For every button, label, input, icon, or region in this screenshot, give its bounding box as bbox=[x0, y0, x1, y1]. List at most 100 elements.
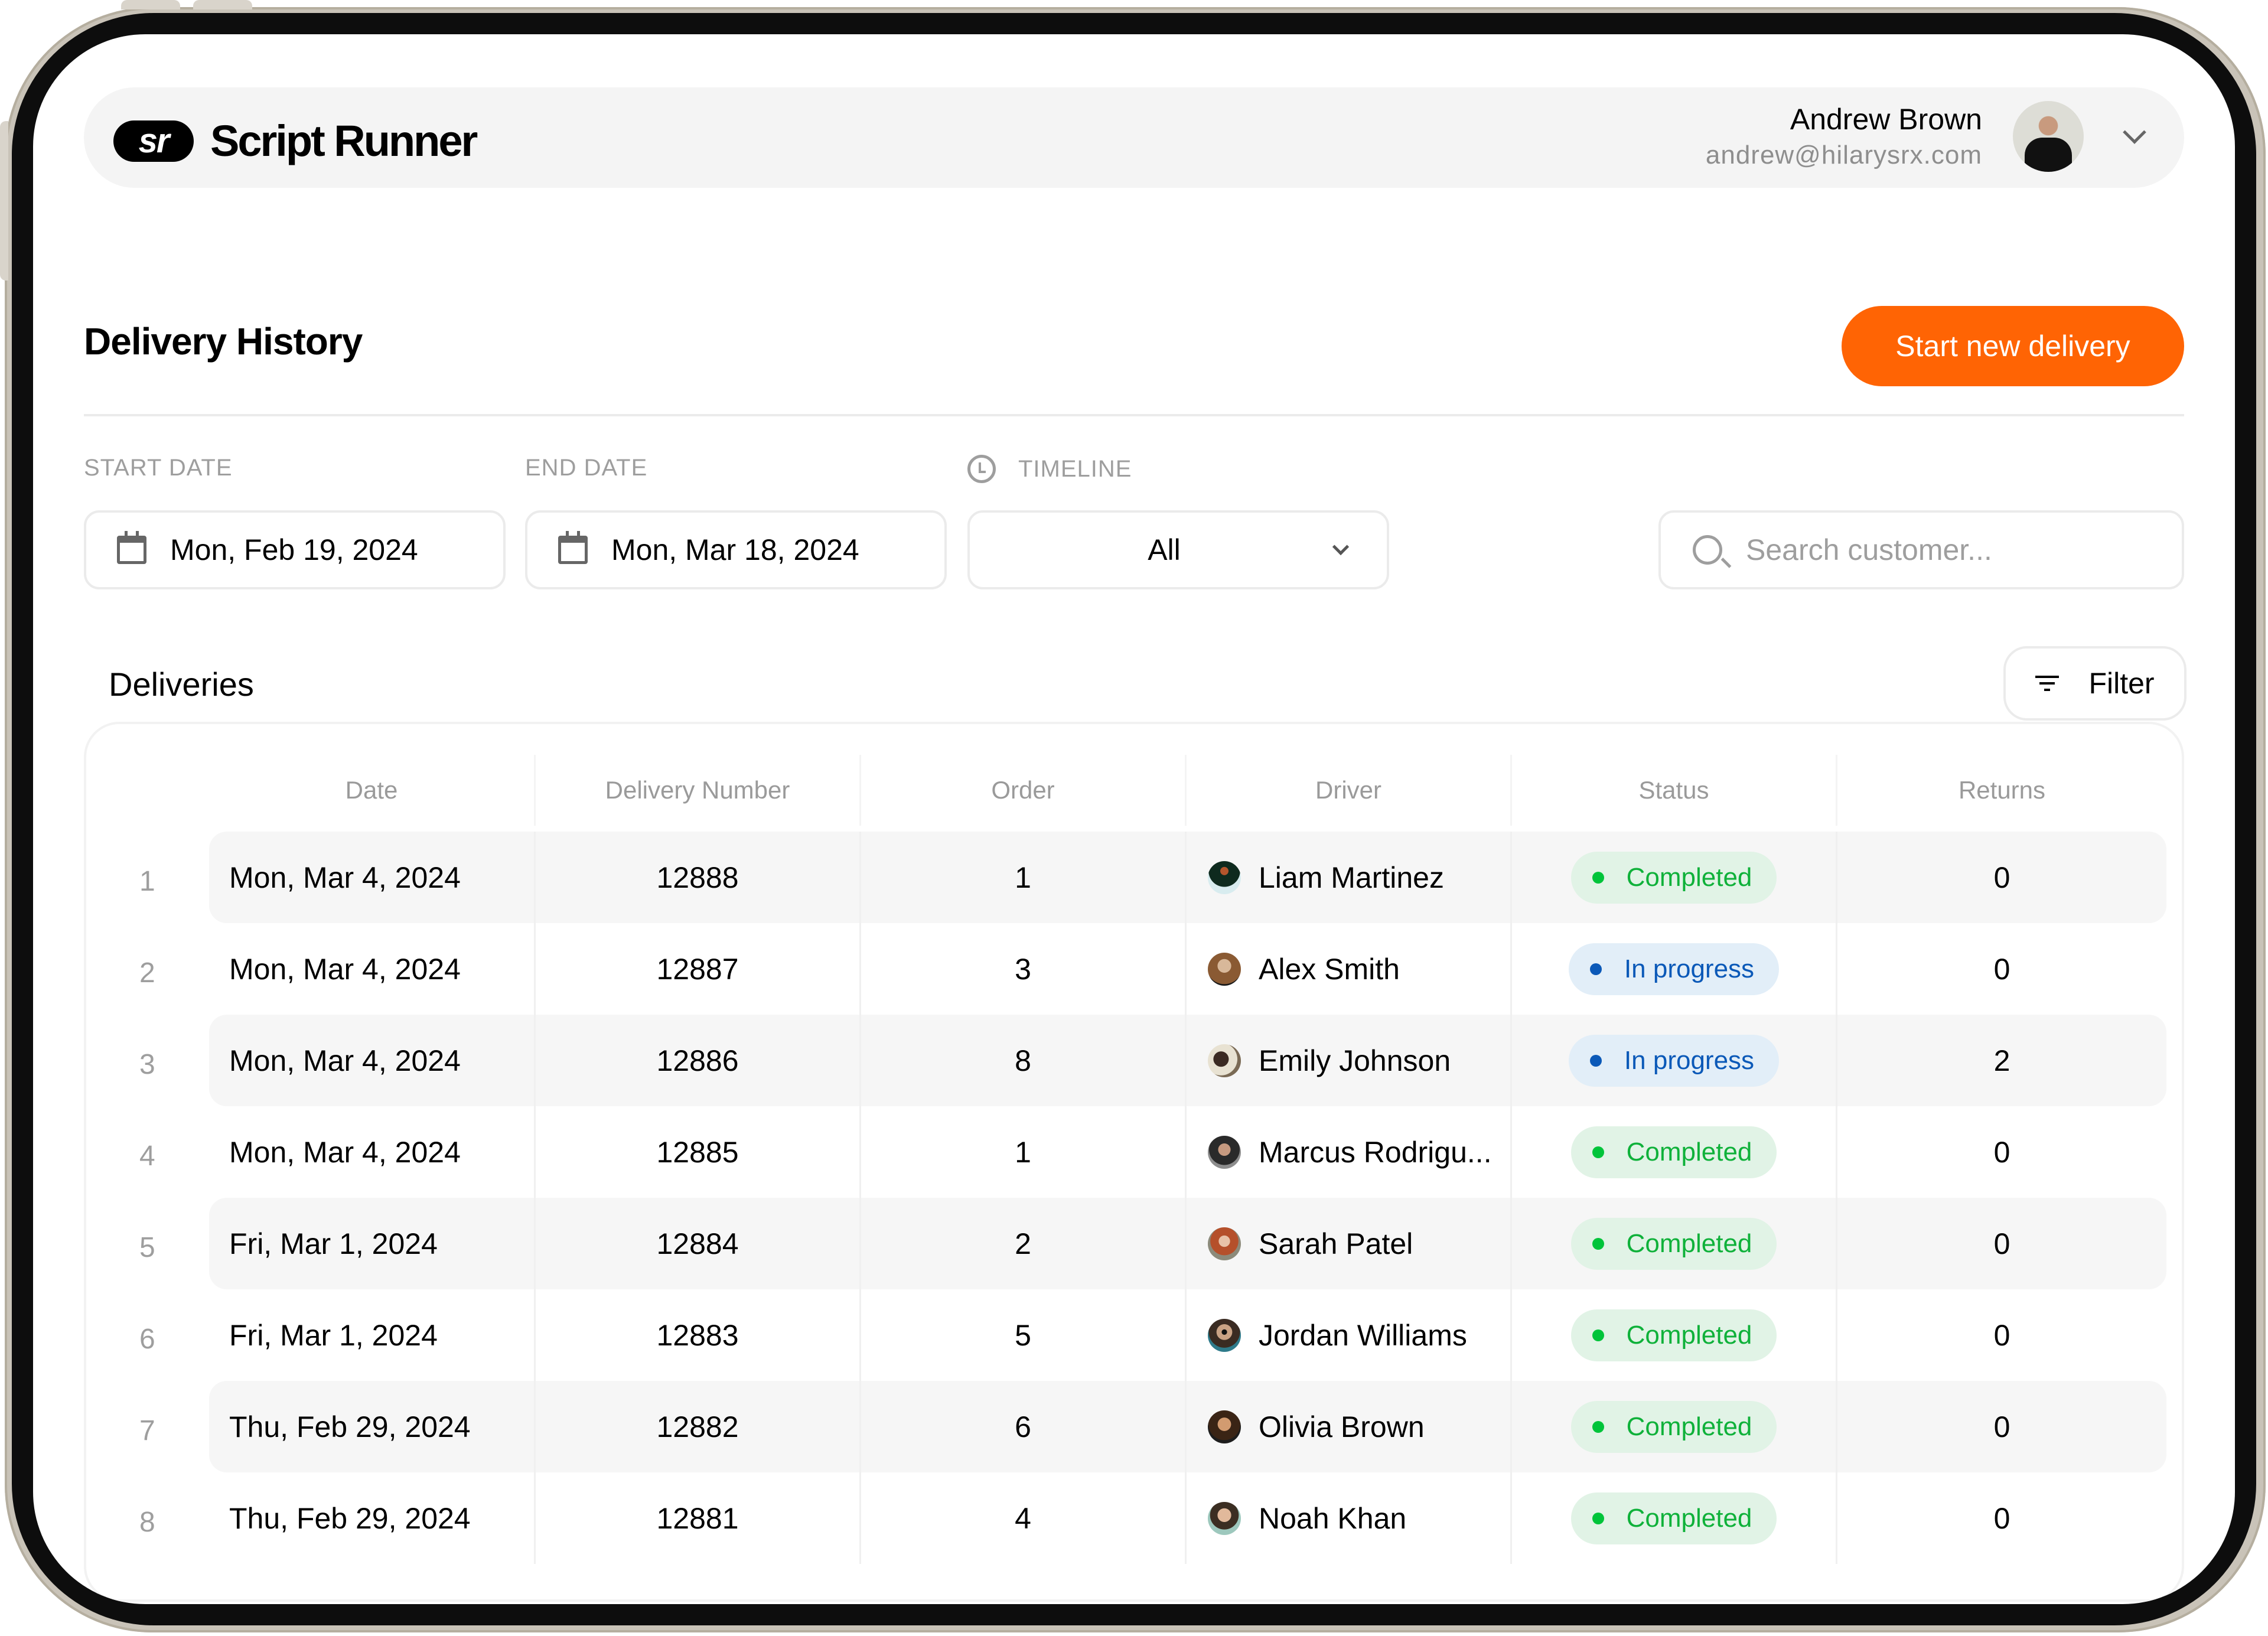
returns-cell-text: 0 bbox=[1993, 1318, 2010, 1352]
driver-cell: Emily Johnson bbox=[1185, 1015, 1510, 1106]
date-cell-text: Mon, Mar 4, 2024 bbox=[229, 1044, 461, 1077]
end-date-picker[interactable]: Mon, Mar 18, 2024 bbox=[525, 510, 947, 589]
table-row[interactable]: 7 Thu, Feb 29, 2024 12882 6 Olivia Brown Comp… bbox=[86, 1381, 2182, 1472]
status-badge: In progress bbox=[1568, 943, 1780, 995]
order-cell-text: 1 bbox=[1015, 861, 1031, 894]
driver-name: Sarah Patel bbox=[1259, 1227, 1413, 1260]
driver-name: Emily Johnson bbox=[1259, 1044, 1451, 1077]
driver-cell: Liam Martinez bbox=[1185, 832, 1510, 923]
returns-cell: 0 bbox=[1836, 1198, 2166, 1289]
app-screen: sr Script Runner Andrew Brown andrew@hil… bbox=[33, 34, 2235, 1604]
status-dot-icon bbox=[1589, 1054, 1602, 1067]
date-cell-text: Mon, Mar 4, 2024 bbox=[229, 861, 461, 894]
driver-cell: Marcus Rodrigu... bbox=[1185, 1106, 1510, 1198]
order-cell: 1 bbox=[859, 832, 1185, 923]
status-badge: Completed bbox=[1570, 851, 1777, 904]
returns-cell: 0 bbox=[1836, 1472, 2166, 1564]
column-header-delivery-number[interactable]: Delivery Number bbox=[534, 755, 859, 826]
user-info: Andrew Brown andrew@hilarysrx.com bbox=[1706, 100, 1982, 172]
delivery-number-cell-text: 12887 bbox=[656, 952, 739, 986]
date-cell: Fri, Mar 1, 2024 bbox=[209, 1198, 534, 1289]
date-cell-text: Fri, Mar 1, 2024 bbox=[229, 1318, 438, 1352]
delivery-number-cell: 12883 bbox=[534, 1289, 859, 1381]
column-header-status[interactable]: Status bbox=[1510, 755, 1836, 826]
returns-cell-text: 0 bbox=[1993, 861, 2010, 894]
row-number: 1 bbox=[139, 866, 155, 897]
order-cell-text: 5 bbox=[1015, 1318, 1031, 1352]
section-title: Deliveries bbox=[109, 666, 254, 703]
order-cell: 1 bbox=[859, 1106, 1185, 1198]
row-number: 6 bbox=[139, 1324, 155, 1355]
table-row[interactable]: 4 Mon, Mar 4, 2024 12885 1 Marcus Rodrigu...… bbox=[86, 1106, 2182, 1198]
filter-button[interactable]: Filter bbox=[2003, 646, 2186, 721]
chevron-down-icon[interactable] bbox=[2123, 120, 2146, 144]
timeline-value: All bbox=[1148, 533, 1181, 566]
search-input[interactable] bbox=[1746, 533, 2182, 567]
driver-cell: Jordan Williams bbox=[1185, 1289, 1510, 1381]
date-cell-text: Thu, Feb 29, 2024 bbox=[229, 1410, 471, 1443]
app-logo[interactable]: sr Script Runner bbox=[113, 116, 478, 166]
status-cell: Completed bbox=[1510, 1381, 1836, 1472]
end-date-label: END DATE bbox=[525, 455, 647, 481]
start-date-label-text: START DATE bbox=[84, 455, 233, 481]
row-number: 7 bbox=[139, 1415, 155, 1446]
start-new-delivery-button[interactable]: Start new delivery bbox=[1842, 306, 2184, 386]
delivery-number-cell-text: 12884 bbox=[656, 1227, 739, 1260]
order-cell-text: 2 bbox=[1015, 1227, 1031, 1260]
driver-avatar bbox=[1208, 1227, 1241, 1260]
table-row[interactable]: 2 Mon, Mar 4, 2024 12887 3 Alex Smith In prog… bbox=[86, 923, 2182, 1015]
start-date-label: START DATE bbox=[84, 455, 233, 481]
filter-icon bbox=[2035, 676, 2060, 691]
returns-cell-text: 0 bbox=[1993, 1227, 2010, 1260]
order-cell: 3 bbox=[859, 923, 1185, 1015]
filter-label: Filter bbox=[2088, 667, 2155, 700]
returns-cell-text: 0 bbox=[1993, 952, 2010, 986]
timeline-select[interactable]: All bbox=[967, 510, 1389, 589]
column-header-order[interactable]: Order bbox=[859, 755, 1185, 826]
column-header-date[interactable]: Date bbox=[209, 755, 534, 826]
driver-avatar bbox=[1208, 861, 1241, 894]
status-label: Completed bbox=[1626, 862, 1752, 892]
start-date-picker[interactable]: Mon, Feb 19, 2024 bbox=[84, 510, 506, 589]
order-cell: 6 bbox=[859, 1381, 1185, 1472]
row-number: 4 bbox=[139, 1140, 155, 1172]
user-menu[interactable]: Andrew Brown andrew@hilarysrx.com bbox=[1706, 100, 2146, 172]
table-row[interactable]: 3 Mon, Mar 4, 2024 12886 8 Emily Johnson In p… bbox=[86, 1015, 2182, 1106]
delivery-number-cell-text: 12881 bbox=[656, 1501, 739, 1535]
status-badge: In progress bbox=[1568, 1034, 1780, 1087]
delivery-number-cell-text: 12882 bbox=[656, 1410, 739, 1443]
driver-cell: Olivia Brown bbox=[1185, 1381, 1510, 1472]
returns-cell: 0 bbox=[1836, 832, 2166, 923]
table-row[interactable]: 8 Thu, Feb 29, 2024 12881 4 Noah Khan Complet… bbox=[86, 1472, 2182, 1564]
status-label: In progress bbox=[1624, 954, 1755, 983]
delivery-number-cell: 12884 bbox=[534, 1198, 859, 1289]
status-label: In progress bbox=[1624, 1045, 1755, 1075]
status-dot-icon bbox=[1592, 1329, 1604, 1341]
column-header-driver[interactable]: Driver bbox=[1185, 755, 1510, 826]
table-row[interactable]: 1 Mon, Mar 4, 2024 12888 1 Liam Martinez Comp… bbox=[86, 832, 2182, 923]
date-cell: Thu, Feb 29, 2024 bbox=[209, 1381, 534, 1472]
returns-cell: 0 bbox=[1836, 1289, 2166, 1381]
avatar[interactable] bbox=[2013, 101, 2084, 172]
delivery-number-cell: 12885 bbox=[534, 1106, 859, 1198]
column-header-returns[interactable]: Returns bbox=[1836, 755, 2166, 826]
status-cell: Completed bbox=[1510, 1198, 1836, 1289]
driver-avatar bbox=[1208, 1318, 1241, 1352]
device-button bbox=[193, 0, 252, 9]
table-row[interactable]: 5 Fri, Mar 1, 2024 12884 2 Sarah Patel Comple… bbox=[86, 1198, 2182, 1289]
customer-search[interactable] bbox=[1658, 510, 2184, 589]
order-cell: 4 bbox=[859, 1472, 1185, 1564]
driver-avatar bbox=[1208, 1135, 1241, 1169]
driver-avatar bbox=[1208, 1044, 1241, 1077]
status-cell: Completed bbox=[1510, 1289, 1836, 1381]
driver-cell: Noah Khan bbox=[1185, 1472, 1510, 1564]
returns-cell: 0 bbox=[1836, 923, 2166, 1015]
returns-cell-text: 0 bbox=[1993, 1410, 2010, 1443]
status-dot-icon bbox=[1592, 1512, 1604, 1524]
returns-cell-text: 0 bbox=[1993, 1135, 2010, 1169]
driver-avatar bbox=[1208, 1410, 1241, 1443]
status-cell: In progress bbox=[1510, 923, 1836, 1015]
date-cell: Mon, Mar 4, 2024 bbox=[209, 832, 534, 923]
timeline-label: TIMELINE bbox=[967, 455, 1132, 483]
table-row[interactable]: 6 Fri, Mar 1, 2024 12883 5 Jordan Williams Co… bbox=[86, 1289, 2182, 1381]
